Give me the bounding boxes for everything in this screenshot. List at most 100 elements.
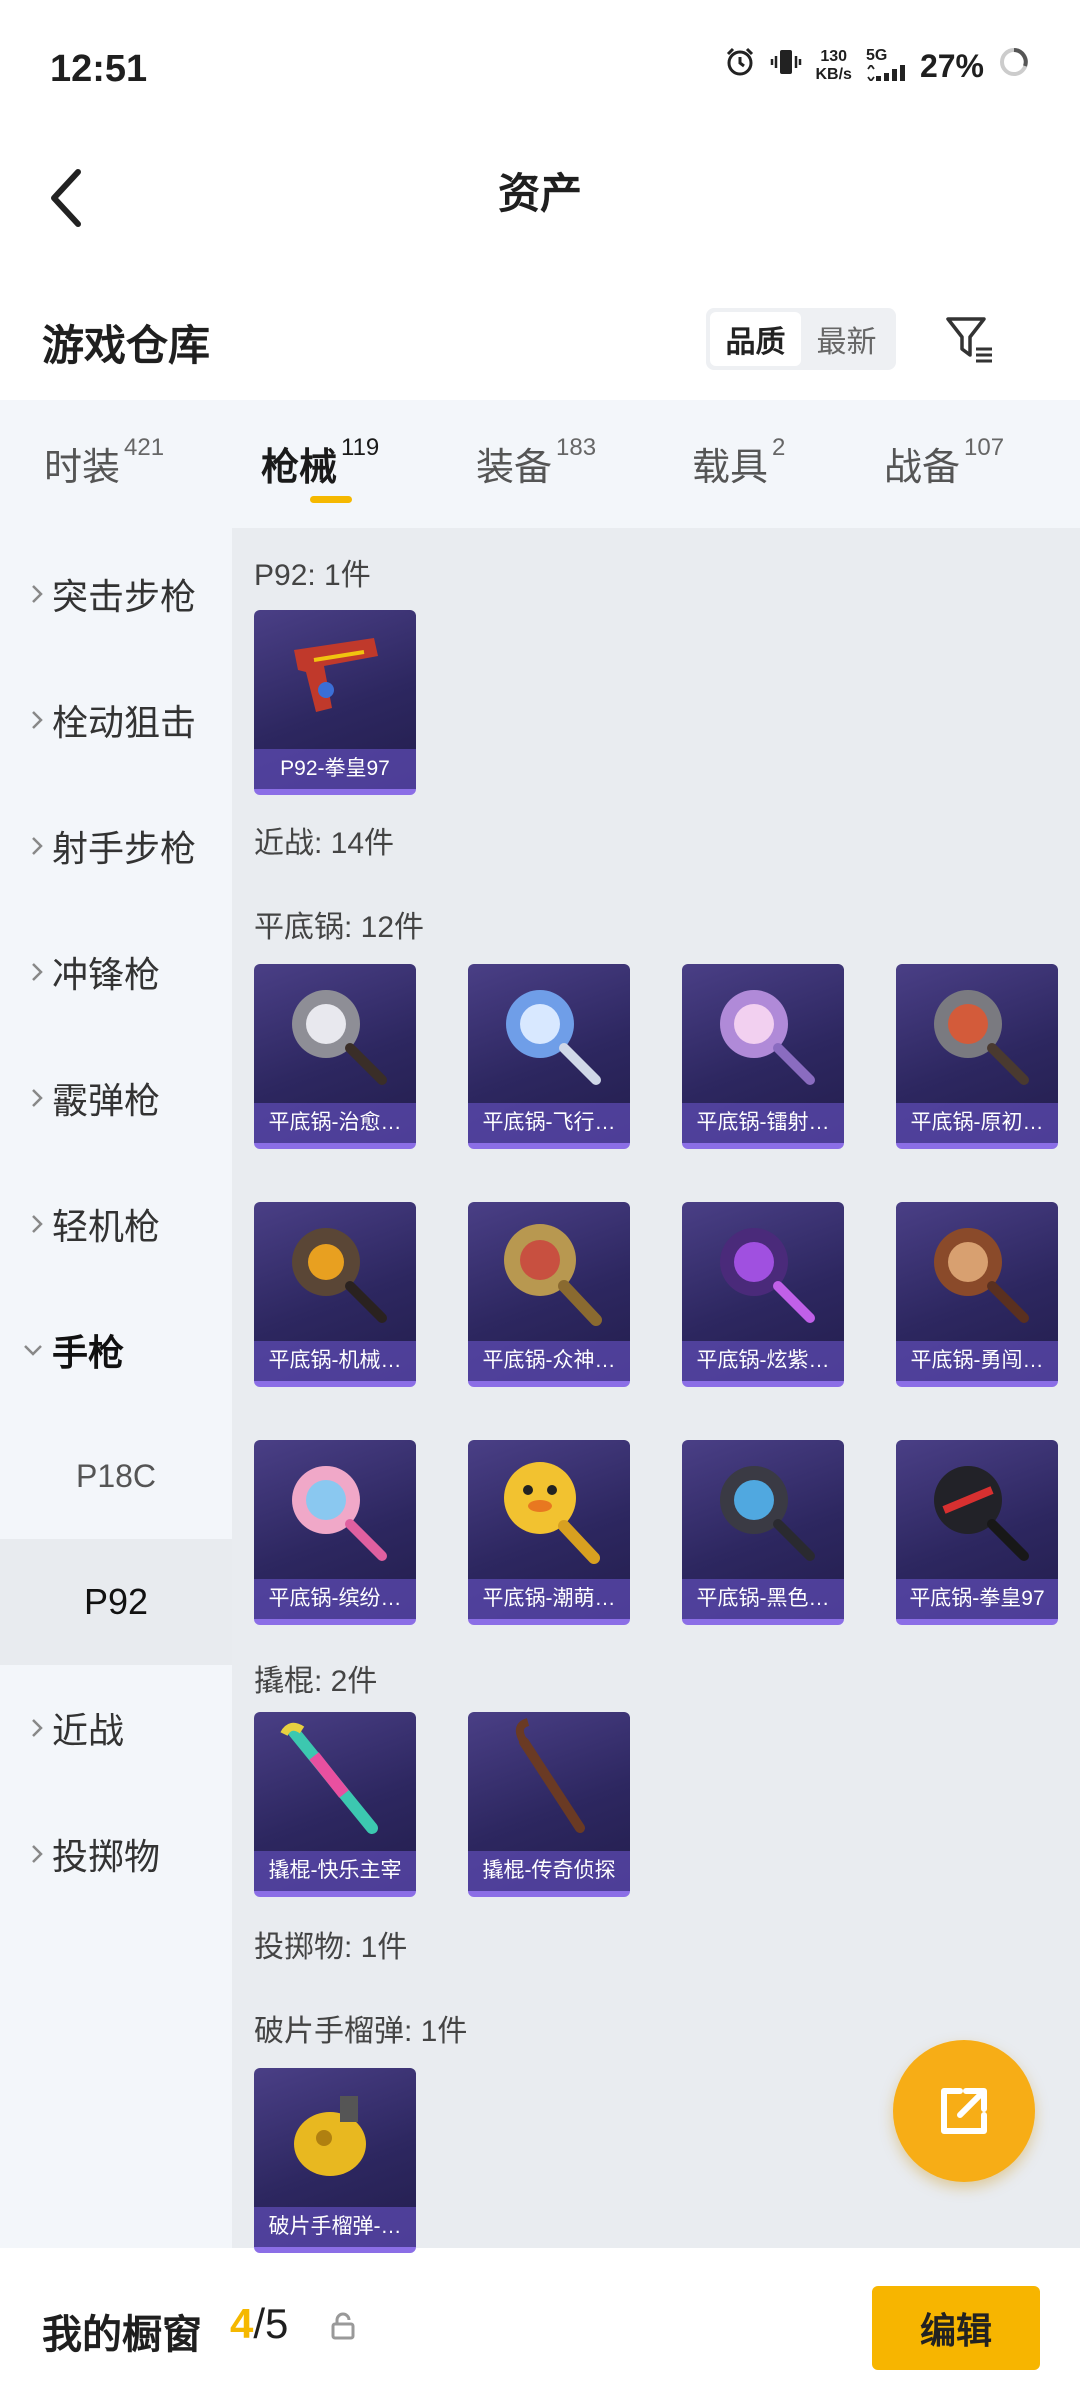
chevron-right-icon: [0, 1717, 52, 1739]
status-time: 12:51: [50, 48, 148, 90]
sort-toggle: 品质 最新: [706, 308, 896, 370]
tab-label: 装备: [476, 447, 553, 489]
item-card-pan[interactable]: 平底锅-飞行…: [468, 964, 630, 1149]
warehouse-title: 游戏仓库: [42, 322, 211, 369]
section-header-crowbar: 撬棍: 2件: [254, 1665, 378, 1698]
filter-button[interactable]: [940, 308, 1000, 370]
share-fab[interactable]: [893, 2040, 1035, 2182]
sidebar-item-label: 投掷物: [52, 1836, 161, 1877]
external-link-icon: [941, 2088, 987, 2134]
sidebar-subitem-p92[interactable]: P92: [0, 1539, 232, 1665]
sidebar-subitem-p18c[interactable]: P18C: [0, 1413, 232, 1539]
chevron-right-icon: [0, 1213, 52, 1235]
item-name: 平底锅-炫紫…: [682, 1341, 844, 1381]
item-name: 撬棍-传奇侦探: [468, 1851, 630, 1891]
item-card-pan[interactable]: 平底锅-机械…: [254, 1202, 416, 1387]
sidebar-item-assault-rifle[interactable]: 突击步枪: [0, 531, 232, 657]
sidebar-item-bolt-sniper[interactable]: 栓动狙击: [0, 657, 232, 783]
crowbar-icon: [280, 1722, 378, 1834]
item-name: 平底锅-缤纷…: [254, 1579, 416, 1619]
edit-button[interactable]: 编辑: [872, 2286, 1040, 2370]
item-card-pan[interactable]: 平底锅-众神…: [468, 1202, 630, 1387]
alarm-icon: [724, 46, 756, 86]
item-name: 撬棍-快乐主宰: [254, 1851, 416, 1891]
status-indicators: 130 KB/s 5G 27%: [724, 46, 1031, 86]
tab-equipment[interactable]: 装备 183: [476, 434, 597, 491]
showcase-separator: /: [253, 2300, 266, 2347]
tab-count: 183: [556, 434, 597, 461]
pan-icon: [934, 1228, 1029, 1323]
sidebar-item-label: 霰弹枪: [52, 1080, 161, 1121]
item-card-pan[interactable]: 平底锅-潮萌…: [468, 1440, 630, 1625]
sidebar-item-marksman-rifle[interactable]: 射手步枪: [0, 783, 232, 909]
item-card-pan[interactable]: 平底锅-炫紫…: [682, 1202, 844, 1387]
sidebar-item-pistol[interactable]: 手枪: [0, 1287, 232, 1413]
sort-newest-option[interactable]: 最新: [801, 312, 892, 366]
sidebar-item-throwable[interactable]: 投掷物: [0, 1791, 232, 1917]
sidebar-item-label: 冲锋枪: [52, 954, 161, 995]
network-type: 5G: [865, 46, 888, 64]
chevron-right-icon: [0, 709, 52, 731]
pan-icon: [934, 990, 1029, 1085]
item-name: 平底锅-拳皇97: [896, 1579, 1058, 1619]
tab-supplies[interactable]: 战备 107: [884, 434, 1004, 491]
item-card-pan[interactable]: 平底锅-原初…: [896, 964, 1058, 1149]
sidebar-item-shotgun[interactable]: 霰弹枪: [0, 1035, 232, 1161]
tab-count: 421: [124, 434, 165, 461]
section-header-grenade: 破片手榴弹: 1件: [254, 2015, 468, 2048]
showcase-bar: 我的橱窗 4/5 编辑: [0, 2256, 1080, 2400]
item-card-crowbar[interactable]: 撬棍-快乐主宰: [254, 1712, 416, 1897]
item-name: 平底锅-镭射…: [682, 1103, 844, 1143]
page-title: 资产: [497, 170, 582, 217]
item-name: 平底锅-原初…: [896, 1103, 1058, 1143]
item-grid: P92: 1件 P92-拳皇97 近战: 14件 平底锅: 12件 平底锅-治愈…: [232, 528, 1080, 2253]
tab-firearms[interactable]: 枪械 119: [261, 434, 380, 491]
signal: 5G: [866, 47, 906, 86]
sort-quality-option[interactable]: 品质: [710, 312, 801, 366]
pan-icon: [292, 990, 387, 1085]
item-card-grenade[interactable]: 破片手榴弹-…: [254, 2068, 416, 2253]
lock-icon: [331, 2312, 355, 2340]
item-name: 平底锅-黑色…: [682, 1579, 844, 1619]
category-tabs: 时装 421 枪械 119 装备 183 载具 2 战备 107: [0, 400, 1080, 528]
chevron-right-icon: [0, 961, 52, 983]
item-card-p92[interactable]: P92-拳皇97: [254, 610, 416, 795]
item-card-pan[interactable]: 平底锅-拳皇97: [896, 1440, 1058, 1625]
tab-label: 战备: [884, 447, 961, 489]
item-card-pan[interactable]: 平底锅-缤纷…: [254, 1440, 416, 1625]
item-card-pan[interactable]: 平底锅-治愈…: [254, 964, 416, 1149]
pan-icon: [720, 1466, 815, 1561]
item-name: 平底锅-众神…: [468, 1341, 630, 1381]
tab-fashion[interactable]: 时装 421: [44, 434, 165, 491]
header: 资产: [0, 140, 1080, 260]
battery-text: 27%: [919, 47, 984, 84]
sidebar-item-label: 手枪: [52, 1332, 125, 1373]
chevron-right-icon: [0, 1843, 52, 1865]
battery-icon: [998, 46, 1030, 86]
sidebar-item-label: P18C: [75, 1457, 157, 1494]
chevron-right-icon: [0, 583, 52, 605]
item-name: 平底锅-勇闯…: [896, 1341, 1058, 1381]
item-card-crowbar[interactable]: 撬棍-传奇侦探: [468, 1712, 630, 1897]
sidebar-item-lmg[interactable]: 轻机枪: [0, 1161, 232, 1287]
tab-count: 119: [341, 434, 380, 461]
signal-icon: [867, 63, 905, 82]
item-card-pan[interactable]: 平底锅-镭射…: [682, 964, 844, 1149]
item-name: 破片手榴弹-…: [254, 2207, 416, 2247]
pistol-icon: [294, 638, 378, 712]
sidebar-item-smg[interactable]: 冲锋枪: [0, 909, 232, 1035]
tab-vehicles[interactable]: 载具 2: [692, 434, 786, 491]
item-card-pan[interactable]: 平底锅-勇闯…: [896, 1202, 1058, 1387]
sidebar-item-melee[interactable]: 近战: [0, 1665, 232, 1791]
section-header-melee: 近战: 14件: [254, 827, 395, 860]
showcase-current: 4: [230, 2300, 254, 2347]
tab-label: 载具: [692, 447, 769, 489]
item-card-pan[interactable]: 平底锅-黑色…: [682, 1440, 844, 1625]
section-header-throwable: 投掷物: 1件: [254, 1931, 408, 1964]
tab-label: 枪械: [261, 447, 338, 489]
net-speed-value: 130: [820, 48, 848, 65]
pan-icon: [504, 1224, 602, 1326]
item-name: 平底锅-机械…: [254, 1341, 416, 1381]
crowbar-icon: [515, 1718, 585, 1833]
tab-count: 2: [772, 434, 786, 461]
